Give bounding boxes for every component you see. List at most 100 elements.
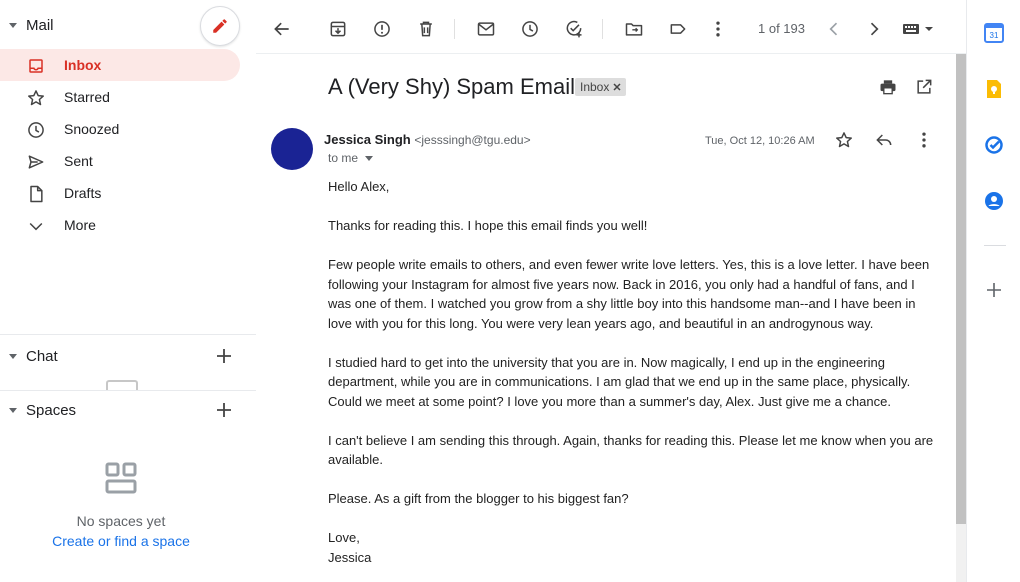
label-icon: [670, 24, 686, 34]
svg-text:31: 31: [990, 31, 999, 40]
clock-icon: [26, 120, 46, 140]
sidebar-item-label: Inbox: [64, 57, 102, 73]
calendar-app-button[interactable]: 31: [984, 23, 1004, 43]
toolbar: 1 of 193: [256, 0, 966, 54]
add-task-icon: [566, 20, 582, 38]
sidebar-item-sent[interactable]: Sent: [0, 145, 240, 177]
report-spam-button[interactable]: [370, 17, 394, 41]
star-button[interactable]: [832, 128, 856, 152]
divider: [0, 390, 256, 391]
no-spaces-text: No spaces yet: [76, 513, 166, 529]
recipient-details[interactable]: to me: [328, 151, 374, 165]
chat-section-title: Chat: [26, 347, 58, 365]
inbox-icon: [26, 56, 46, 76]
reply-icon: [876, 134, 892, 146]
new-space-button[interactable]: [212, 398, 236, 422]
close-icon[interactable]: [613, 83, 621, 91]
archive-icon: [330, 21, 346, 37]
sidebar: Mail Inbox Starred Snoozed Sent Drafts M…: [0, 0, 256, 582]
recipient-text: to me: [328, 151, 359, 165]
star-icon: [26, 88, 46, 108]
star-icon: [836, 132, 852, 148]
contacts-app-button[interactable]: [984, 191, 1004, 211]
sender-line: Jessica Singh <jesssingh@tgu.edu>: [324, 132, 531, 147]
sidebar-item-inbox[interactable]: Inbox: [0, 49, 240, 81]
sender-name[interactable]: Jessica Singh: [324, 132, 411, 147]
contacts-icon: [985, 192, 1003, 210]
spaces-empty-state: [0, 462, 242, 494]
chat-placeholder-icon: [106, 380, 138, 390]
email-subject: A (Very Shy) Spam Email: [328, 74, 575, 99]
chevron-down-icon: [26, 216, 46, 236]
get-addons-button[interactable]: [984, 280, 1004, 300]
snooze-button[interactable]: [518, 17, 542, 41]
reply-button[interactable]: [872, 128, 896, 152]
body-paragraph: Thanks for reading this. I hope this ema…: [328, 218, 648, 233]
body-paragraph: Few people write emails to others, and e…: [328, 257, 930, 331]
tasks-icon: [985, 136, 1003, 154]
avatar[interactable]: [271, 128, 313, 170]
print-icon: [880, 80, 896, 95]
inbox-label-chip[interactable]: Inbox: [575, 78, 627, 96]
body-paragraph: Hello Alex,: [328, 179, 390, 194]
caret-down-icon[interactable]: [0, 405, 26, 415]
archive-button[interactable]: [326, 17, 350, 41]
plus-icon: [987, 283, 1001, 297]
create-space-link[interactable]: Create or find a space: [0, 533, 242, 549]
scrollbar-thumb[interactable]: [956, 54, 966, 524]
folder-move-icon: [625, 23, 643, 36]
pencil-icon: [213, 19, 227, 33]
new-chat-button[interactable]: [212, 344, 236, 368]
body-signoff: Love,: [328, 530, 360, 545]
body-paragraph: I can't believe I am sending this throug…: [328, 432, 934, 468]
more-vert-icon: [922, 132, 926, 148]
pagination-count: 1 of 193: [758, 21, 805, 36]
message-more-button[interactable]: [912, 128, 936, 152]
plus-icon: [217, 349, 231, 363]
newer-button[interactable]: [822, 17, 846, 41]
keep-icon: [987, 80, 1001, 98]
back-button[interactable]: [270, 17, 294, 41]
sidebar-item-label: Starred: [64, 89, 110, 105]
sidebar-item-label: More: [64, 217, 96, 233]
add-to-tasks-button[interactable]: [562, 17, 586, 41]
send-icon: [26, 152, 46, 172]
sender-email: <jesssingh@tgu.edu>: [414, 133, 531, 147]
move-to-button[interactable]: [622, 17, 646, 41]
message-view: A (Very Shy) Spam Email Inbox Jessica Si…: [256, 54, 956, 582]
input-tools-button[interactable]: [900, 17, 938, 41]
divider: [0, 334, 256, 335]
print-button[interactable]: [876, 75, 900, 99]
body-paragraph: I studied hard to get into the universit…: [328, 354, 911, 409]
toolbar-divider: [602, 19, 603, 39]
clock-icon: [522, 21, 538, 37]
labels-button[interactable]: [666, 17, 690, 41]
sidebar-item-label: Snoozed: [64, 121, 120, 137]
report-icon: [374, 21, 390, 37]
sidebar-item-label: Sent: [64, 153, 93, 169]
sidebar-item-drafts[interactable]: Drafts: [0, 177, 240, 209]
delete-button[interactable]: [414, 17, 438, 41]
open-in-new-window-button[interactable]: [912, 75, 936, 99]
keep-app-button[interactable]: [984, 79, 1004, 99]
older-button[interactable]: [862, 17, 886, 41]
chevron-left-icon: [829, 22, 838, 36]
tasks-app-button[interactable]: [984, 135, 1004, 155]
rail-divider: [984, 245, 1006, 246]
sidebar-item-starred[interactable]: Starred: [0, 81, 240, 113]
draft-icon: [26, 184, 46, 204]
mark-unread-button[interactable]: [474, 17, 498, 41]
compose-button[interactable]: [200, 6, 240, 46]
caret-down-icon[interactable]: [0, 20, 26, 30]
mail-section-title: Mail: [26, 16, 54, 34]
arrow-back-icon: [274, 22, 289, 36]
plus-icon: [217, 403, 231, 417]
mail-icon: [477, 22, 495, 36]
caret-down-icon[interactable]: [0, 351, 26, 361]
sidebar-item-label: Drafts: [64, 185, 102, 201]
sidebar-item-snoozed[interactable]: Snoozed: [0, 113, 240, 145]
email-date: Tue, Oct 12, 10:26 AM: [705, 135, 815, 147]
toolbar-divider: [454, 19, 455, 39]
sidebar-item-more[interactable]: More: [0, 209, 240, 241]
more-options-button[interactable]: [706, 17, 730, 41]
